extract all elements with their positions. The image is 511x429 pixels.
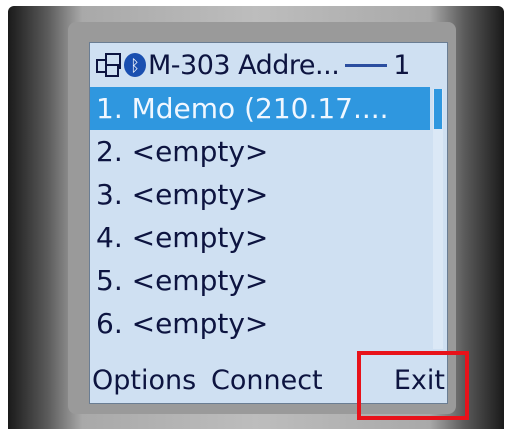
scrollbar[interactable] [433,89,443,349]
list-item[interactable]: 4. <empty> [90,216,430,259]
signal-indicator [345,63,388,67]
scrollbar-thumb[interactable] [434,89,442,129]
bluetooth-icon: ᛒ [124,53,146,77]
list-item[interactable]: 2. <empty> [90,130,430,173]
list-item[interactable]: 1. Mdemo (210.17.... [90,87,430,130]
list-item[interactable]: 6. <empty> [90,302,430,345]
window-title: M-303 Addre... [148,49,340,81]
connect-softkey[interactable]: Connect [211,365,323,396]
exit-highlight-box [357,351,469,420]
phone-screen: ᛒ M-303 Addre... 1 1. Mdemo (210.17.... … [89,42,448,404]
list-item[interactable]: 3. <empty> [90,173,430,216]
list-item[interactable]: 5. <empty> [90,259,430,302]
title-bar: ᛒ M-303 Addre... 1 [90,45,447,85]
address-list: 1. Mdemo (210.17.... 2. <empty> 3. <empt… [90,87,430,345]
windows-icon [96,53,122,77]
page-number: 1 [393,49,411,81]
options-softkey[interactable]: Options [92,365,196,396]
